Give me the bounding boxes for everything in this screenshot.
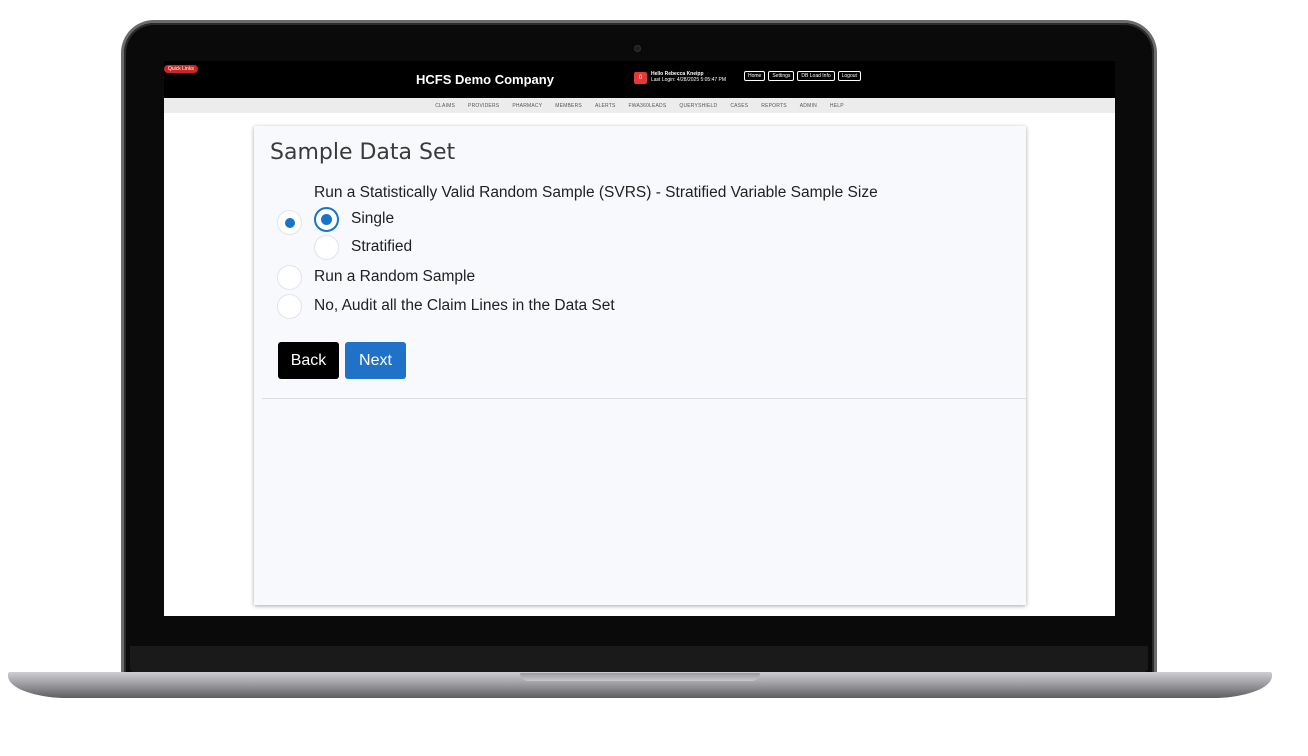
nav-alerts[interactable]: ALERTS — [595, 103, 616, 109]
nav-claims[interactable]: CLAIMS — [435, 103, 455, 109]
app-screen: Quick Links HCFS Demo Company 0 Hello Re… — [164, 61, 1115, 616]
laptop-notch — [520, 673, 760, 681]
home-button[interactable]: Home — [744, 71, 766, 81]
laptop-hinge — [130, 646, 1148, 672]
svrs-radio[interactable] — [277, 210, 302, 235]
audit-all-label: No, Audit all the Claim Lines in the Dat… — [314, 297, 615, 314]
nav-fwa360leads[interactable]: FWA360LEADS — [629, 103, 667, 109]
nav-admin[interactable]: ADMIN — [800, 103, 817, 109]
single-radio[interactable] — [314, 207, 339, 232]
nav-cases[interactable]: CASES — [730, 103, 748, 109]
random-sample-radio[interactable] — [277, 265, 302, 290]
next-button[interactable]: Next — [345, 342, 406, 379]
quick-links-button[interactable]: Quick Links — [164, 65, 198, 73]
user-info: Hello Rebecca Kneipp Last Login: 4/28/20… — [651, 71, 726, 83]
single-option-label: Single — [351, 210, 395, 227]
laptop-mockup: Quick Links HCFS Demo Company 0 Hello Re… — [0, 0, 1308, 756]
last-login-text: Last Login: 4/28/2025 5:05:47 PM — [651, 77, 727, 83]
logout-button[interactable]: Logout — [837, 71, 861, 81]
db-load-info-button[interactable]: DB Load Info — [797, 71, 835, 81]
nav-help[interactable]: HELP — [830, 103, 844, 109]
nav-reports[interactable]: REPORTS — [761, 103, 786, 109]
top-bar: Quick Links HCFS Demo Company 0 Hello Re… — [164, 61, 1115, 98]
back-button[interactable]: Back — [278, 342, 339, 379]
notification-badge[interactable]: 0 — [634, 72, 647, 84]
stratified-radio[interactable] — [314, 235, 339, 260]
nav-pharmacy[interactable]: PHARMACY — [512, 103, 542, 109]
stratified-option-label: Stratified — [351, 238, 413, 255]
sample-data-set-card: Sample Data Set Run a Statistically Vali… — [254, 126, 1026, 605]
card-divider — [262, 398, 1026, 399]
random-sample-label: Run a Random Sample — [314, 268, 476, 285]
nav-providers[interactable]: PROVIDERS — [468, 103, 499, 109]
nav-queryshield[interactable]: QUERYSHIELD — [679, 103, 717, 109]
page-title: Sample Data Set — [270, 140, 456, 165]
svrs-option-label: Run a Statistically Valid Random Sample … — [314, 184, 878, 201]
main-nav: CLAIMS PROVIDERS PHARMACY MEMBERS ALERTS… — [164, 98, 1115, 113]
audit-all-radio[interactable] — [277, 294, 302, 319]
camera-icon — [634, 45, 641, 52]
company-name: HCFS Demo Company — [416, 72, 554, 87]
top-button-group: Home Settings DB Load Info Logout — [744, 71, 861, 81]
settings-button[interactable]: Settings — [768, 71, 795, 81]
nav-members[interactable]: MEMBERS — [555, 103, 582, 109]
